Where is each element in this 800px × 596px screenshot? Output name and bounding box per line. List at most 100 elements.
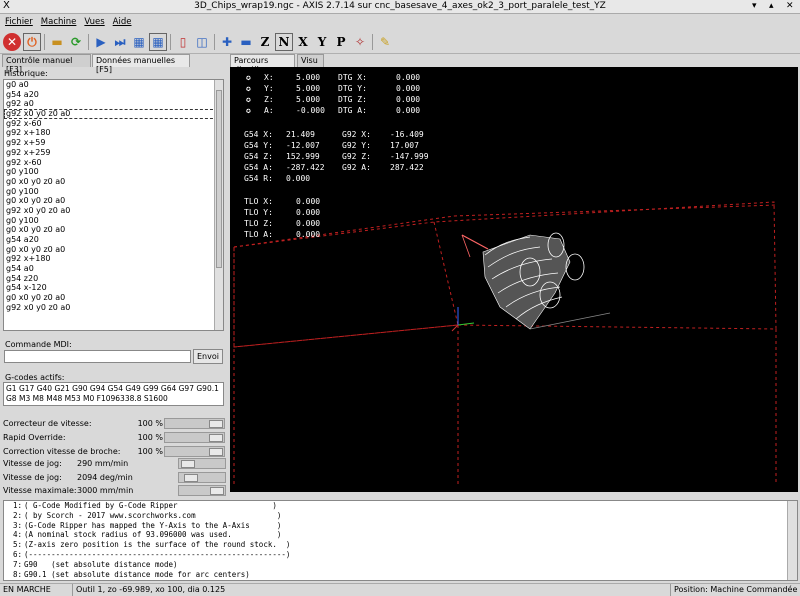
step-icon[interactable]: ⏭ [111, 33, 129, 51]
rotate-icon[interactable]: ✧ [351, 33, 369, 51]
history-item[interactable]: g54 a0 [4, 264, 223, 274]
toolpath-view[interactable]: ✪ X: 5.000 DTG X: 0.000 ✪ Y: 5.000 DTG Y: 0.000 ✪ Z… [230, 67, 798, 492]
menu-aide[interactable]: Aide [113, 17, 132, 27]
jog-slider[interactable] [178, 472, 226, 483]
block-delete-icon[interactable]: ▯ [174, 33, 192, 51]
history-item[interactable]: g0 x0 y0 z0 a0 [4, 177, 223, 187]
history-item[interactable]: g0 x0 y0 z0 a0 [4, 196, 223, 206]
history-item[interactable]: g92 x0 y0 z0 a0 [4, 303, 223, 313]
gcode-line[interactable]: 2:( by Scorch - 2017 www.scorchworks.com… [4, 511, 797, 521]
gcode-scrollbar[interactable] [787, 501, 797, 580]
history-item[interactable]: g0 y100 [4, 216, 223, 226]
history-item[interactable]: g92 x+259 [4, 148, 223, 158]
gcode-line[interactable]: 8: G90.1 (set absolute distance mode for … [4, 570, 797, 580]
line-number: 4: [12, 530, 22, 540]
dro-dtg-value: 0.000 [396, 95, 421, 104]
history-item[interactable]: g0 x0 y0 z0 a0 [4, 225, 223, 235]
override-slider[interactable] [164, 432, 225, 443]
gcode-listing[interactable]: 1:( G-Code Modified by G-Code Ripper ) 2:… [3, 500, 798, 581]
line-number: 9: [6, 579, 22, 580]
history-item[interactable]: g0 x0 y0 z0 a0 [4, 245, 223, 255]
jog-slider[interactable] [178, 458, 226, 469]
override-value: 100 % [137, 433, 163, 442]
history-item[interactable]: g54 x-120 [4, 283, 223, 293]
menu-machine[interactable]: Machine [41, 17, 77, 27]
gcode-line[interactable]: 1:( G-Code Modified by G-Code Ripper ) [4, 501, 797, 511]
homed-icon: ✪ [246, 73, 251, 82]
jog-slider[interactable] [178, 485, 226, 496]
jog-value: 290 mm/min [77, 459, 129, 468]
history-item[interactable]: g54 z20 [4, 274, 223, 284]
slider-knob[interactable] [209, 420, 223, 428]
history-item[interactable]: g0 a0 [4, 80, 223, 90]
stop-icon[interactable]: ▦ [149, 33, 167, 51]
window-title: 3D_Chips_wrap19.ngc - AXIS 2.7.14 sur cn… [194, 1, 606, 11]
gcode-line[interactable]: 5: (Z-axis zero position is the surface o… [4, 540, 797, 550]
gcode-line[interactable]: 6: (-------------------------------------… [4, 550, 797, 560]
override-label: Correction vitesse de broche: [3, 447, 121, 456]
open-file-icon[interactable]: ▬ [48, 33, 66, 51]
history-item[interactable]: g54 a20 [4, 90, 223, 100]
homed-icon: ✪ [246, 95, 251, 104]
slider-knob[interactable] [209, 434, 223, 442]
reload-icon[interactable]: ⟳ [67, 33, 85, 51]
history-item[interactable]: g92 x0 y0 z0 a0 [4, 206, 223, 216]
history-item[interactable]: g92 x+180 [4, 128, 223, 138]
menu-fichier[interactable]: Fichier [5, 17, 33, 27]
dro-axis-label: Z: [264, 95, 274, 104]
tab-visu[interactable]: Visu [297, 54, 324, 67]
view-z-icon[interactable]: Z [256, 33, 274, 51]
zoom-out-icon[interactable]: ▬ [237, 33, 255, 51]
history-item[interactable]: g0 x0 y0 z0 a0 [4, 293, 223, 303]
tab-parcours[interactable]: Parcours d'outil [230, 54, 295, 74]
history-item[interactable]: g92 x+180 [4, 254, 223, 264]
pause-icon[interactable]: ▦ [130, 33, 148, 51]
history-list[interactable]: g0 a0 g54 a20 g92 a0 g92 x0 y0 z0 a0 g92 x-6… [3, 79, 224, 331]
history-item[interactable]: g92 x-60 [4, 119, 223, 129]
view-y-icon[interactable]: Y [313, 33, 331, 51]
gcode-line[interactable]: 7: G90 (set absolute distance mode) [4, 560, 797, 570]
history-item[interactable]: g0 y100 [4, 187, 223, 197]
override-slider[interactable] [164, 446, 225, 457]
menu-bar: Fichier Machine Vues Aide [0, 14, 800, 29]
dro-offset-label: G54 Z: [244, 152, 273, 161]
slider-knob[interactable] [181, 460, 196, 468]
mdi-label: Commande MDI: [5, 340, 72, 349]
tab-controle-manuel[interactable]: Contrôle manuel [F3] [2, 54, 91, 74]
gcode-line[interactable]: 9:G17 (set active plane to XY) [4, 579, 797, 580]
history-item[interactable]: g92 a0 [4, 99, 223, 109]
view-x-icon[interactable]: X [294, 33, 312, 51]
power-icon[interactable]: ⏻ [23, 33, 41, 51]
mdi-input[interactable] [4, 350, 191, 363]
history-item[interactable]: g92 x0 y0 z0 a0 [4, 109, 223, 119]
slider-knob[interactable] [210, 487, 224, 495]
dro-axis-value: 5.000 [296, 84, 321, 93]
gcode-line[interactable]: 4: (A nominal stock radius of 93.096000 w… [4, 530, 797, 540]
maximize-icon[interactable]: ▴ [769, 1, 774, 11]
history-item[interactable]: g92 x-60 [4, 158, 223, 168]
history-item[interactable]: g54 a20 [4, 235, 223, 245]
close-window-icon[interactable]: ✕ [786, 1, 794, 11]
slider-knob[interactable] [183, 474, 198, 482]
send-button[interactable]: Envoi [193, 349, 223, 364]
zoom-in-icon[interactable]: ✚ [218, 33, 236, 51]
dro-dtg-label: DTG Y: [338, 84, 367, 93]
minimize-icon[interactable]: ▾ [752, 1, 757, 11]
estop-icon[interactable]: ✕ [3, 33, 21, 51]
active-gcodes-line2: G8 M3 M8 M48 M53 M0 F1096338.8 S1600 [6, 394, 168, 403]
run-icon[interactable]: ▶ [92, 33, 110, 51]
history-scrollbar[interactable] [214, 80, 223, 330]
history-item[interactable]: g0 y100 [4, 167, 223, 177]
history-item[interactable]: g92 x+59 [4, 138, 223, 148]
view-z2-icon[interactable]: N [275, 33, 293, 51]
optional-stop-icon[interactable]: ◫ [193, 33, 211, 51]
slider-knob[interactable] [209, 448, 223, 456]
view-p-icon[interactable]: P [332, 33, 350, 51]
menu-vues[interactable]: Vues [84, 17, 104, 27]
gcode-line[interactable]: 3: (G-Code Ripper has mapped the Y-Axis t… [4, 521, 797, 531]
clear-plot-icon[interactable]: ✎ [376, 33, 394, 51]
tab-donnees-manuelles[interactable]: Données manuelles [F5] [92, 54, 190, 74]
override-slider[interactable] [164, 418, 225, 429]
dro-g92-label: G92 A: [342, 163, 371, 172]
line-text: (A nominal stock radius of 93.096000 was… [24, 530, 282, 540]
